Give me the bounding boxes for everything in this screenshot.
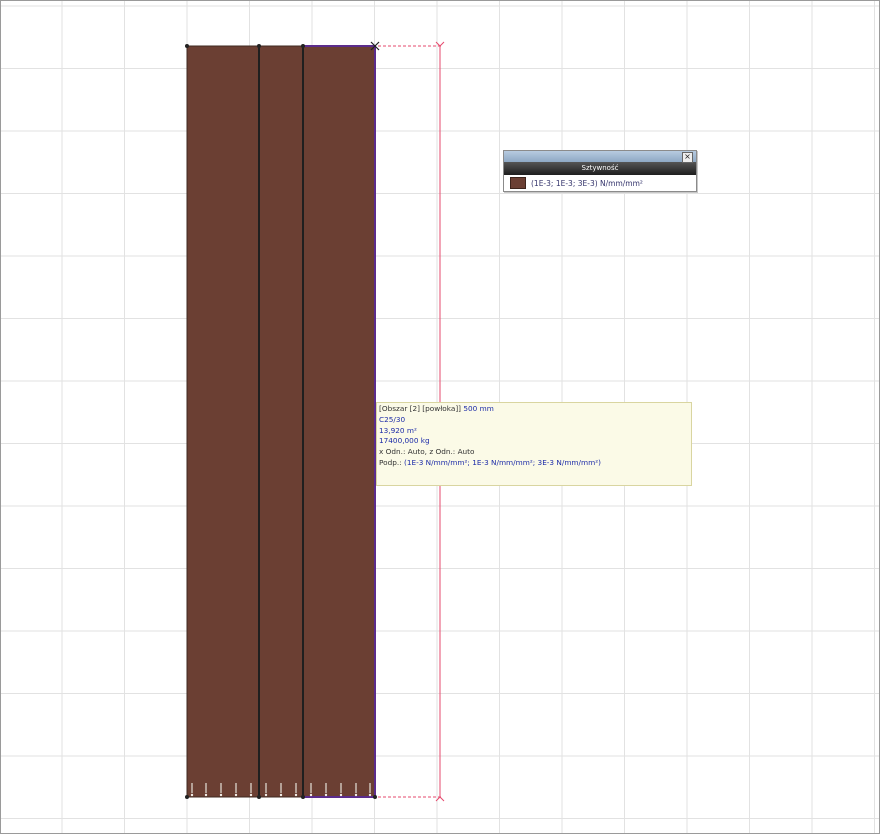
node[interactable] (257, 795, 261, 799)
legend-entry: (1E-3; 1E-3; 3E-3) N/mm/mm² (504, 175, 696, 191)
support-point (249, 793, 253, 797)
shell-strip-3-selected[interactable] (302, 45, 376, 798)
tooltip-element-id: [Obszar [2] [powłoka]] (379, 404, 462, 413)
support-point (354, 793, 358, 797)
tooltip-area: 13,920 m² (379, 425, 417, 435)
tooltip-support-label: Podp.: (379, 457, 402, 467)
shell-strips[interactable] (186, 45, 376, 798)
support-point (279, 793, 283, 797)
support-point (339, 793, 343, 797)
node[interactable] (185, 795, 189, 799)
support-point (368, 793, 372, 797)
support-point (234, 793, 238, 797)
tooltip-reference: x Odn.: Auto, z Odn.: Auto (379, 447, 475, 457)
node[interactable] (185, 44, 189, 48)
support-point (264, 793, 268, 797)
element-tooltip: [Obszar [2] [powłoka]] 500 mm C25/30 13,… (376, 402, 692, 486)
tooltip-mass: 17400,000 kg (379, 436, 430, 446)
node[interactable] (373, 795, 377, 799)
legend-entry-label: (1E-3; 1E-3; 3E-3) N/mm/mm² (531, 178, 643, 188)
support-point (294, 793, 298, 797)
support-point (219, 793, 223, 797)
support-point (190, 793, 194, 797)
support-point (204, 793, 208, 797)
node[interactable] (301, 44, 305, 48)
support-point (324, 793, 328, 797)
node[interactable] (257, 44, 261, 48)
tooltip-thickness: 500 mm (463, 404, 494, 413)
legend-header[interactable]: × (504, 151, 696, 163)
tooltip-support: Podp.: (1E-3 N/mm/mm²; 1E-3 N/mm/mm²; 3E… (379, 458, 689, 469)
support-point (309, 793, 313, 797)
tooltip-line-1: [Obszar [2] [powłoka]] 500 mm (379, 404, 689, 415)
shell-strip-1[interactable] (186, 45, 260, 798)
node[interactable] (301, 795, 305, 799)
tooltip-material: C25/30 (379, 414, 406, 424)
legend-swatch (510, 177, 526, 189)
legend-title: Sztywność (504, 162, 696, 175)
close-icon[interactable]: × (682, 152, 693, 163)
shell-strip-2[interactable] (258, 45, 304, 798)
legend-panel[interactable]: × Sztywność (1E-3; 1E-3; 3E-3) N/mm/mm² (503, 150, 697, 192)
tooltip-support-value: (1E-3 N/mm/mm²; 1E-3 N/mm/mm²; 3E-3 N/mm… (403, 457, 601, 467)
